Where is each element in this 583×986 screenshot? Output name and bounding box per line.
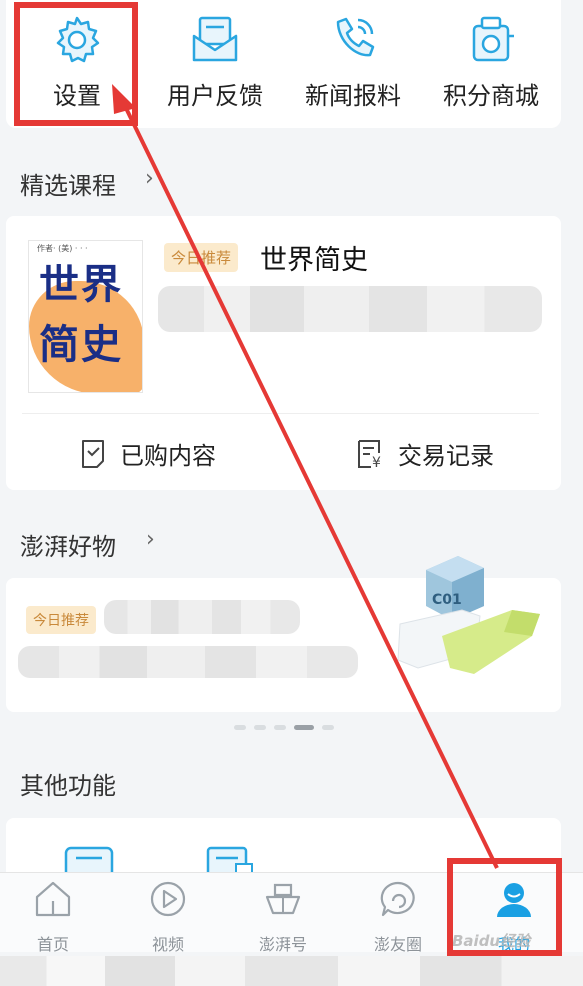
book-cover-title-2: 简史 [39,321,123,368]
chat-icon [380,881,415,917]
user-icon [497,883,531,917]
ship-icon [265,883,301,915]
quick-actions-card: 设置 用户反馈 新闻报料 积分商城 [6,0,561,128]
tab-pengyou-quan-label: 澎友圈 [373,935,422,954]
carousel-dot[interactable] [234,725,246,730]
receipt-icon: ¥ [358,439,381,469]
carousel-dot[interactable] [274,725,286,730]
course-description-blurred [158,286,542,332]
book-cover-author: 作者· (美) · · · [37,244,88,253]
feedback-button[interactable]: 用户反馈 [150,14,280,111]
shop-icon [472,16,514,62]
book-cover-title-1: 世界 [39,261,123,308]
carousel-dot[interactable] [322,725,334,730]
settings-label: 设置 [53,82,101,110]
chevron-right-icon[interactable]: › [145,166,154,191]
goods-description-blurred [18,646,358,678]
bottom-blurred-strip [0,956,583,986]
tab-home-label: 首页 [36,935,69,954]
product-code: C01 [432,592,462,608]
product-image: C01 [397,556,540,674]
news-report-label: 新闻报料 [305,82,401,110]
book-cover[interactable]: 作者· (美) · · · 世界 简史 [28,240,143,393]
transaction-records-label: 交易记录 [398,442,494,470]
goods-section-title: 澎湃好物 [20,533,116,561]
purchased-icon [82,439,104,468]
carousel-dot[interactable] [254,725,266,730]
tab-video[interactable]: 视频 [118,879,218,955]
gear-icon [56,16,100,63]
points-mall-button[interactable]: 积分商城 [426,14,556,111]
watermark: Baidu经验 [452,932,531,950]
transaction-records-button[interactable]: ¥ 交易记录 [356,436,494,471]
points-mall-label: 积分商城 [443,82,539,110]
course-title[interactable]: 世界简史 [260,238,368,277]
play-icon [150,881,186,917]
recommend-badge: 今日推荐 [26,606,96,634]
carousel-dot-active[interactable] [294,725,314,730]
svg-text:¥: ¥ [372,455,381,469]
phone-icon [336,17,375,57]
settings-button[interactable]: 设置 [12,14,142,111]
goods-card[interactable]: 今日推荐 C01 [6,556,561,712]
tab-pengyou-quan[interactable]: 澎友圈 [348,879,448,955]
tab-video-label: 视频 [151,935,184,954]
other-section-title: 其他功能 [20,772,116,800]
news-report-button[interactable]: 新闻报料 [288,14,418,111]
tab-pengpai-hao-label: 澎湃号 [258,935,307,954]
purchased-content-button[interactable]: 已购内容 [80,436,216,471]
purchased-content-label: 已购内容 [120,442,216,470]
chevron-right-icon[interactable]: › [146,527,155,552]
recommend-badge: 今日推荐 [164,243,239,272]
tab-pengpai-hao[interactable]: 澎湃号 [233,879,333,955]
goods-title-blurred [104,600,300,634]
course-section-title: 精选课程 [20,172,116,200]
course-card: 作者· (美) · · · 世界 简史 今日推荐 世界简史 已购内容 ¥ 交易记… [6,216,561,490]
divider [22,413,539,414]
home-icon [35,881,71,917]
feedback-label: 用户反馈 [167,82,263,110]
carousel-dots [234,725,334,730]
tab-home[interactable]: 首页 [3,879,103,955]
envelope-icon [192,16,238,62]
